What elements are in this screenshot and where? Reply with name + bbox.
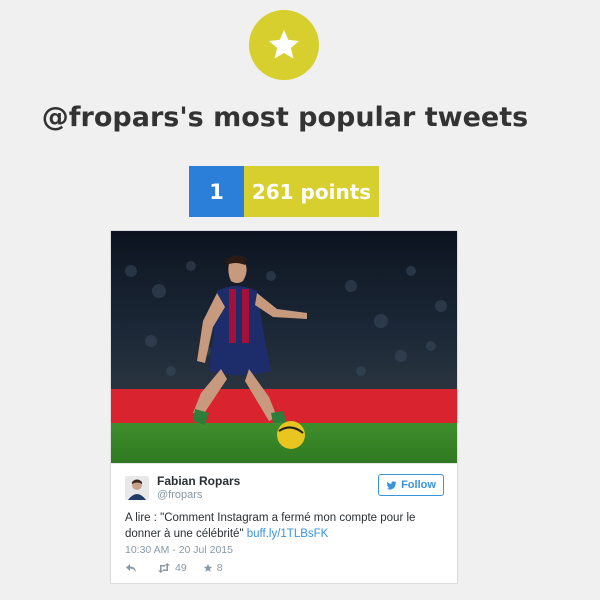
points-badge: 261 points <box>244 166 379 217</box>
retweet-action[interactable]: 49 <box>157 562 187 574</box>
star-badge <box>249 10 319 80</box>
tweet-card: Fabian Ropars @fropars Follow A lire : "… <box>110 230 458 584</box>
retweet-count: 49 <box>175 562 187 574</box>
author-name[interactable]: Fabian Ropars <box>157 474 240 488</box>
page-title: @fropars's most popular tweets <box>41 102 529 133</box>
follow-button[interactable]: Follow <box>378 474 444 496</box>
tweet-actions: 49 8 <box>125 562 239 574</box>
favorite-action[interactable]: 8 <box>203 562 223 574</box>
retweet-icon <box>158 563 170 573</box>
author-handle[interactable]: @fropars <box>157 489 202 501</box>
rank-badge: 1 <box>189 166 244 217</box>
follow-label: Follow <box>401 479 436 491</box>
reply-icon <box>126 564 136 572</box>
tweet-link[interactable]: buff.ly/1TLBsFK <box>247 528 329 540</box>
twitter-bird-icon <box>386 480 397 490</box>
favorite-star-icon <box>203 563 212 572</box>
tweet-body: Fabian Ropars @fropars Follow A lire : "… <box>111 463 457 583</box>
reply-action[interactable] <box>125 563 141 573</box>
favorite-count: 8 <box>216 562 223 574</box>
tweet-timestamp[interactable]: 10:30 AM - 20 Jul 2015 <box>125 544 233 556</box>
star-icon <box>269 30 299 59</box>
tweet-photo[interactable] <box>111 231 458 463</box>
avatar[interactable] <box>125 476 149 500</box>
tweet-text: A lire : "Comment Instagram a fermé mon … <box>125 510 445 542</box>
